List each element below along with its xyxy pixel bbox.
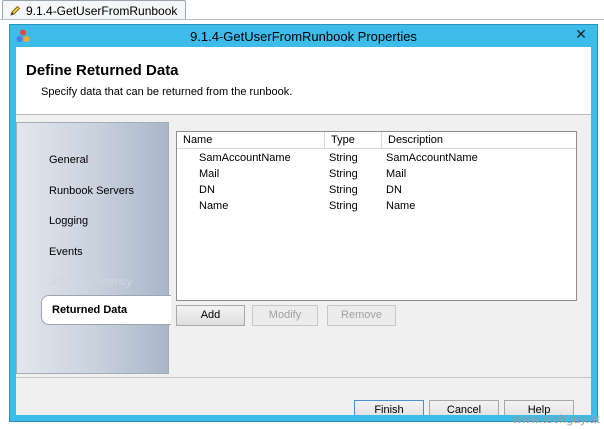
- sidebar-item-returned-data[interactable]: Returned Data: [41, 295, 171, 325]
- properties-dialog: 9.1.4-GetUserFromRunbook Properties ✕ De…: [9, 24, 598, 422]
- sidebar-item-general[interactable]: General: [49, 154, 88, 166]
- sidebar-item-logging[interactable]: Logging: [49, 215, 88, 227]
- sidebar-item-events[interactable]: Events: [49, 246, 83, 258]
- sidebar-item-job-concurrency: Job Concurrency: [49, 276, 133, 288]
- column-header-type[interactable]: Type: [325, 132, 382, 149]
- cell-name: Name: [199, 200, 229, 212]
- watermark: www.techguy.at: [512, 412, 600, 426]
- cell-type: String: [329, 152, 358, 164]
- dialog-client-area: Define Returned Data Specify data that c…: [16, 47, 591, 415]
- sidebar-item-label: Returned Data: [52, 304, 128, 316]
- cancel-button[interactable]: Cancel: [429, 400, 499, 415]
- finish-button[interactable]: Finish: [354, 400, 424, 415]
- page-subtitle: Specify data that can be returned from t…: [41, 86, 293, 98]
- table-row[interactable]: Name String Name: [177, 198, 576, 214]
- close-icon: ✕: [575, 25, 587, 42]
- document-tab-label: 9.1.4-GetUserFromRunbook: [26, 3, 178, 18]
- close-button[interactable]: ✕: [570, 25, 592, 43]
- cell-description: Name: [386, 200, 416, 212]
- cell-description: Mail: [386, 168, 407, 180]
- column-header-description[interactable]: Description: [382, 132, 578, 149]
- cell-type: String: [329, 200, 358, 212]
- cell-description: DN: [386, 184, 402, 196]
- document-tab[interactable]: 9.1.4-GetUserFromRunbook: [2, 0, 187, 20]
- table-row[interactable]: SamAccountName String SamAccountName: [177, 150, 576, 166]
- list-header: Name Type Description: [177, 132, 576, 149]
- title-bar[interactable]: 9.1.4-GetUserFromRunbook Properties ✕: [10, 25, 597, 47]
- orchestrator-app-icon: [16, 29, 30, 42]
- add-button[interactable]: Add: [176, 305, 245, 326]
- cell-name: DN: [199, 184, 215, 196]
- cell-name: SamAccountName: [199, 152, 291, 164]
- remove-button: Remove: [327, 305, 396, 326]
- table-row[interactable]: Mail String Mail: [177, 166, 576, 182]
- column-header-name[interactable]: Name: [177, 132, 325, 149]
- page-header: Define Returned Data Specify data that c…: [16, 47, 591, 115]
- page-title: Define Returned Data: [26, 62, 179, 79]
- table-row[interactable]: DN String DN: [177, 182, 576, 198]
- footer-divider: [16, 377, 591, 378]
- pencil-icon: [10, 5, 21, 16]
- document-tab-strip: [0, 19, 604, 23]
- cell-name: Mail: [199, 168, 220, 180]
- sidebar-nav: General Runbook Servers Logging Events J…: [16, 122, 171, 374]
- returned-data-list[interactable]: Name Type Description SamAccountName Str…: [176, 131, 577, 301]
- cell-description: SamAccountName: [386, 152, 478, 164]
- cell-type: String: [329, 184, 358, 196]
- window-title: 9.1.4-GetUserFromRunbook Properties: [190, 28, 417, 44]
- cell-type: String: [329, 168, 358, 180]
- modify-button: Modify: [252, 305, 318, 326]
- sidebar-item-runbook-servers[interactable]: Runbook Servers: [49, 185, 134, 197]
